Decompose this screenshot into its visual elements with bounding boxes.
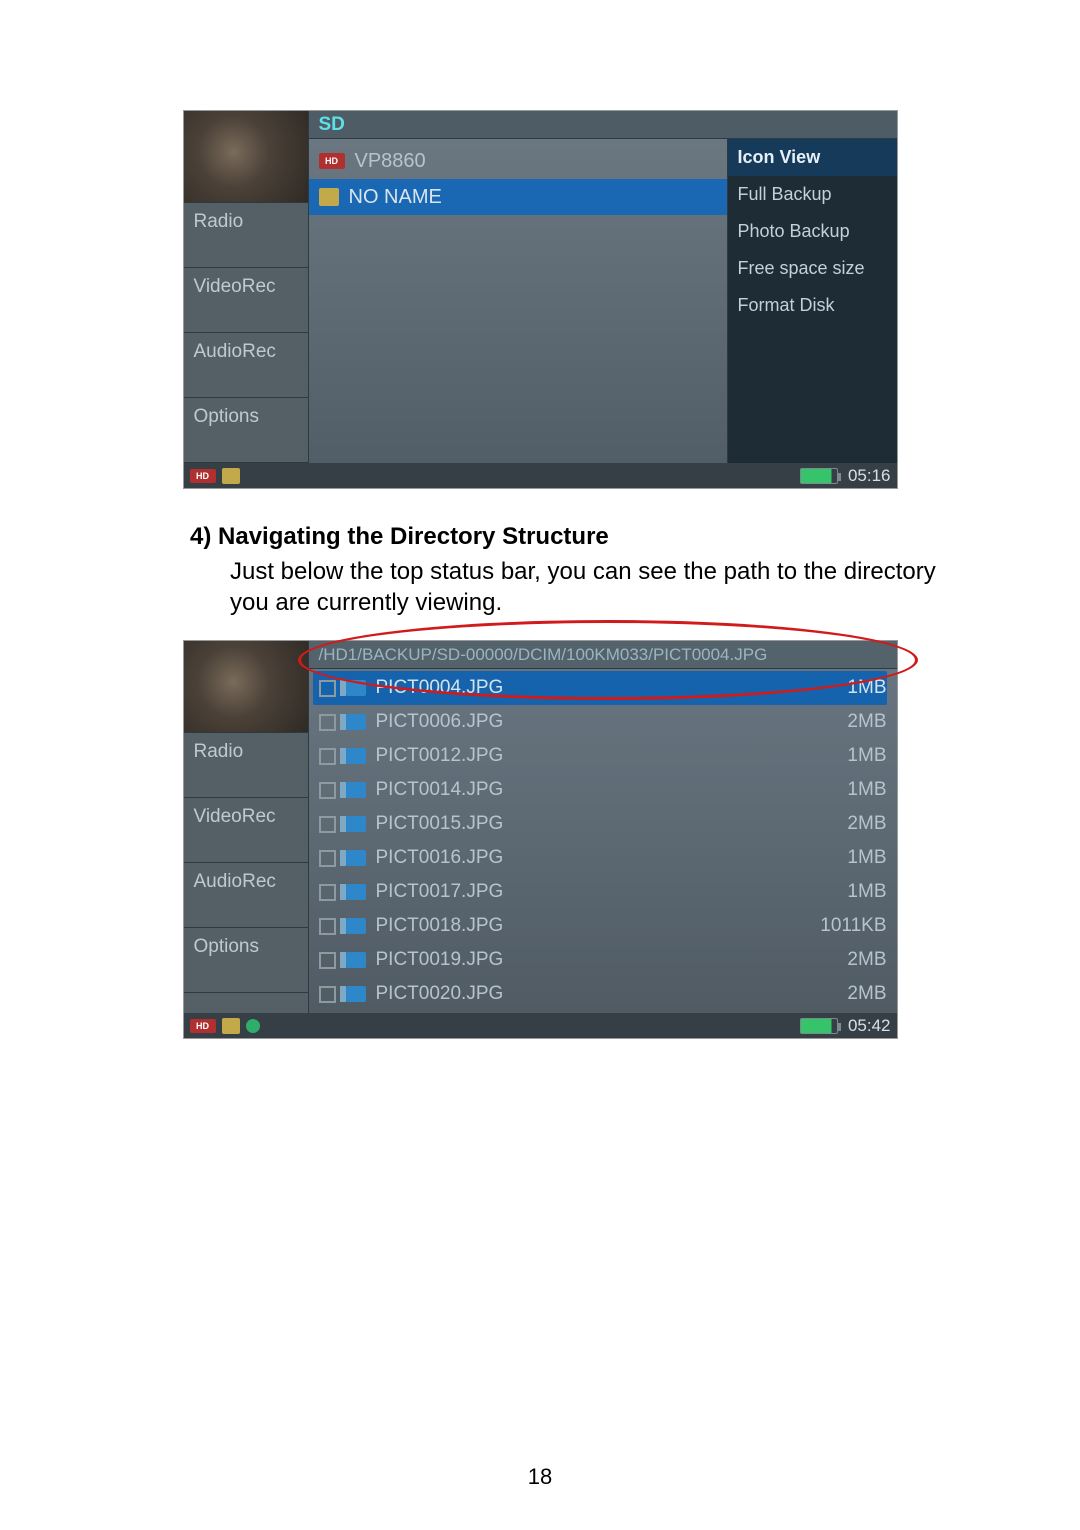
file-name: PICT0020.JPG <box>376 983 797 1005</box>
menu-item-full-backup[interactable]: Full Backup <box>728 176 897 213</box>
file-row[interactable]: PICT0004.JPG 1MB <box>313 671 887 705</box>
file-row[interactable]: PICT0016.JPG 1MB <box>313 841 887 875</box>
path-bar: /HD1/BACKUP/SD-00000/DCIM/100KM033/PICT0… <box>309 641 897 669</box>
file-row[interactable]: PICT0012.JPG 1MB <box>313 739 887 773</box>
drive-label: VP8860 <box>355 150 426 173</box>
file-row[interactable]: PICT0019.JPG 2MB <box>313 943 887 977</box>
context-menu: Icon View Full Backup Photo Backup Free … <box>727 139 897 463</box>
file-size: 1MB <box>807 745 887 767</box>
file-size: 2MB <box>807 983 887 1005</box>
hd-status-icon: HD <box>190 469 216 483</box>
clock: 05:42 <box>848 1016 891 1036</box>
sidebar-item-audiorec[interactable]: AudioRec <box>184 333 308 398</box>
screenshot-1: Radio VideoRec AudioRec Options SD HD VP… <box>183 110 898 489</box>
sd-status-icon <box>222 1018 240 1034</box>
thumbnail-preview <box>184 111 308 203</box>
sidebar: Radio VideoRec AudioRec Options <box>184 111 309 463</box>
file-row[interactable]: PICT0006.JPG 2MB <box>313 705 887 739</box>
file-row[interactable]: PICT0014.JPG 1MB <box>313 773 887 807</box>
image-file-icon <box>346 748 366 764</box>
checkbox-icon[interactable] <box>319 884 336 901</box>
file-name: PICT0019.JPG <box>376 949 797 971</box>
page-number: 18 <box>0 1464 1080 1490</box>
file-row[interactable]: PICT0017.JPG 1MB <box>313 875 887 909</box>
file-name: PICT0015.JPG <box>376 813 797 835</box>
drive-list: HD VP8860 NO NAME <box>309 139 727 463</box>
checkbox-icon[interactable] <box>319 782 336 799</box>
image-file-icon <box>346 714 366 730</box>
sidebar-item-options[interactable]: Options <box>184 928 308 993</box>
sidebar-item-audiorec[interactable]: AudioRec <box>184 863 308 928</box>
file-size: 1MB <box>807 847 887 869</box>
drive-row-hd[interactable]: HD VP8860 <box>309 143 727 179</box>
checkbox-icon[interactable] <box>319 748 336 765</box>
battery-icon <box>800 468 838 484</box>
menu-item-photo-backup[interactable]: Photo Backup <box>728 213 897 250</box>
file-name: PICT0016.JPG <box>376 847 797 869</box>
status-bar: HD 05:42 <box>184 1013 897 1038</box>
sidebar-item-videorec[interactable]: VideoRec <box>184 798 308 863</box>
drive-label: NO NAME <box>349 186 442 209</box>
image-file-icon <box>346 884 366 900</box>
image-file-icon <box>346 986 366 1002</box>
file-row[interactable]: PICT0015.JPG 2MB <box>313 807 887 841</box>
file-size: 2MB <box>807 711 887 733</box>
file-size: 1MB <box>807 881 887 903</box>
file-name: PICT0004.JPG <box>376 677 797 699</box>
checkbox-icon[interactable] <box>319 850 336 867</box>
image-file-icon <box>346 918 366 934</box>
section-text: Just below the top status bar, you can s… <box>230 557 950 618</box>
image-file-icon <box>346 952 366 968</box>
checkbox-icon[interactable] <box>319 714 336 731</box>
image-file-icon <box>346 680 366 696</box>
checkbox-icon[interactable] <box>319 918 336 935</box>
checkbox-icon[interactable] <box>319 816 336 833</box>
file-size: 2MB <box>807 949 887 971</box>
sidebar-item-videorec[interactable]: VideoRec <box>184 268 308 333</box>
section-heading: 4) Navigating the Directory Structure <box>190 523 950 551</box>
file-name: PICT0017.JPG <box>376 881 797 903</box>
file-name: PICT0014.JPG <box>376 779 797 801</box>
hd-icon: HD <box>319 153 345 169</box>
status-bar: HD 05:16 <box>184 463 897 488</box>
file-size: 1MB <box>807 779 887 801</box>
file-size: 1011KB <box>807 915 887 937</box>
hd-status-icon: HD <box>190 1019 216 1033</box>
sidebar-item-options[interactable]: Options <box>184 398 308 463</box>
image-file-icon <box>346 782 366 798</box>
thumbnail-preview <box>184 641 308 733</box>
screenshot-2: Radio VideoRec AudioRec Options /HD1/BAC… <box>183 640 898 1039</box>
activity-dot-icon <box>246 1019 260 1033</box>
sidebar-item-radio[interactable]: Radio <box>184 733 308 798</box>
checkbox-icon[interactable] <box>319 986 336 1003</box>
menu-item-format-disk[interactable]: Format Disk <box>728 287 897 324</box>
file-row[interactable]: PICT0018.JPG 1011KB <box>313 909 887 943</box>
menu-item-icon-view[interactable]: Icon View <box>728 139 897 176</box>
checkbox-icon[interactable] <box>319 952 336 969</box>
file-size: 2MB <box>807 813 887 835</box>
file-name: PICT0006.JPG <box>376 711 797 733</box>
image-file-icon <box>346 850 366 866</box>
file-name: PICT0012.JPG <box>376 745 797 767</box>
sidebar-item-radio[interactable]: Radio <box>184 203 308 268</box>
image-file-icon <box>346 816 366 832</box>
sd-icon <box>319 188 339 206</box>
menu-item-free-space[interactable]: Free space size <box>728 250 897 287</box>
file-name: PICT0018.JPG <box>376 915 797 937</box>
title-bar: SD <box>309 111 897 139</box>
clock: 05:16 <box>848 466 891 486</box>
battery-icon <box>800 1018 838 1034</box>
sd-status-icon <box>222 468 240 484</box>
checkbox-icon[interactable] <box>319 680 336 697</box>
file-row[interactable]: PICT0020.JPG 2MB <box>313 977 887 1011</box>
drive-row-sd[interactable]: NO NAME <box>309 179 727 215</box>
file-list: PICT0004.JPG 1MB PICT0006.JPG 2MB <box>309 669 897 1013</box>
file-size: 1MB <box>807 677 887 699</box>
sidebar: Radio VideoRec AudioRec Options <box>184 641 309 1013</box>
